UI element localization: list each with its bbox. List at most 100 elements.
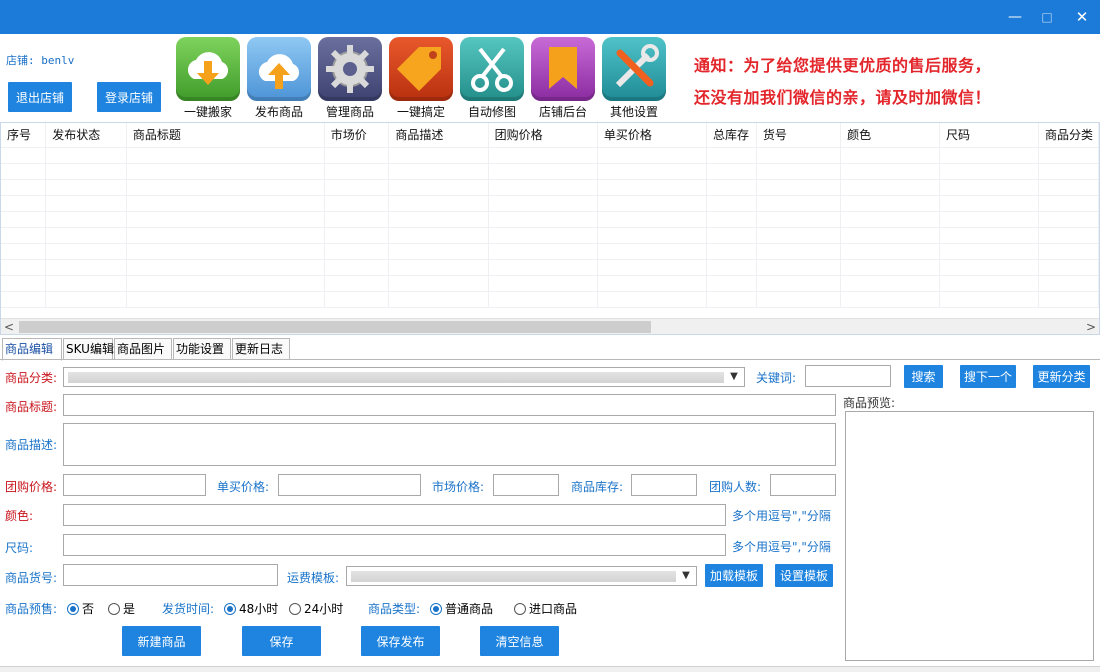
table-cell[interactable] <box>488 163 598 180</box>
table-cell[interactable] <box>388 195 489 212</box>
table-cell[interactable] <box>388 179 489 196</box>
table-cell[interactable] <box>1038 275 1099 292</box>
table-cell[interactable] <box>45 227 127 244</box>
table-cell[interactable] <box>1038 259 1099 276</box>
table-cell[interactable] <box>597 163 708 180</box>
table-cell[interactable] <box>597 195 708 212</box>
table-cell[interactable] <box>939 259 1039 276</box>
table-cell[interactable] <box>1 147 47 164</box>
table-cell[interactable] <box>1 195 47 212</box>
table-cell[interactable] <box>706 179 757 196</box>
table-cell[interactable] <box>1038 163 1099 180</box>
table-cell[interactable] <box>1038 227 1099 244</box>
table-cell[interactable] <box>388 259 489 276</box>
shipping-template-select[interactable]: ▼ <box>346 566 697 586</box>
table-cell[interactable] <box>597 227 708 244</box>
tool-other-settings[interactable]: 其他设置 <box>602 37 666 119</box>
table-cell[interactable] <box>45 147 127 164</box>
table-cell[interactable] <box>939 227 1039 244</box>
table-cell[interactable] <box>597 291 708 308</box>
table-cell[interactable] <box>706 291 757 308</box>
table-row[interactable] <box>1 211 1099 228</box>
set-template-button[interactable]: 设置模板 <box>775 564 833 587</box>
table-cell[interactable] <box>488 147 598 164</box>
table-cell[interactable] <box>706 147 757 164</box>
tab-sku-edit[interactable]: SKU编辑 <box>63 338 114 360</box>
column-header[interactable]: 单买价格 <box>597 123 708 148</box>
maximize-button[interactable]: □ <box>1035 8 1059 26</box>
table-cell[interactable] <box>324 259 390 276</box>
table-cell[interactable] <box>126 179 325 196</box>
table-cell[interactable] <box>756 179 842 196</box>
column-header[interactable]: 市场价 <box>324 123 390 148</box>
table-cell[interactable] <box>840 211 941 228</box>
table-cell[interactable] <box>1038 179 1099 196</box>
table-cell[interactable] <box>488 179 598 196</box>
table-cell[interactable] <box>1 227 47 244</box>
table-cell[interactable] <box>597 179 708 196</box>
column-header[interactable]: 商品分类 <box>1038 123 1099 148</box>
table-cell[interactable] <box>840 179 941 196</box>
column-header[interactable]: 发布状态 <box>45 123 127 148</box>
table-cell[interactable] <box>1038 195 1099 212</box>
tab-function-settings[interactable]: 功能设置 <box>173 338 231 360</box>
column-header[interactable]: 货号 <box>756 123 842 148</box>
table-cell[interactable] <box>488 243 598 260</box>
tool-one-click[interactable]: 一键搞定 <box>389 37 453 119</box>
table-cell[interactable] <box>840 243 941 260</box>
tab-product-images[interactable]: 商品图片 <box>114 338 172 360</box>
type-normal-radio[interactable]: 普通商品 <box>430 600 493 617</box>
title-input[interactable] <box>63 394 836 416</box>
table-cell[interactable] <box>706 243 757 260</box>
table-row[interactable] <box>1 179 1099 196</box>
table-cell[interactable] <box>1 259 47 276</box>
table-cell[interactable] <box>756 195 842 212</box>
stock-input[interactable] <box>631 474 697 496</box>
ship-24-radio[interactable]: 24小时 <box>289 600 343 617</box>
table-cell[interactable] <box>756 227 842 244</box>
tab-update-log[interactable]: 更新日志 <box>232 338 290 360</box>
table-cell[interactable] <box>1038 211 1099 228</box>
table-cell[interactable] <box>126 243 325 260</box>
tab-product-edit[interactable]: 商品编辑 <box>2 338 62 361</box>
table-cell[interactable] <box>45 163 127 180</box>
table-cell[interactable] <box>1038 243 1099 260</box>
single-price-input[interactable] <box>278 474 421 496</box>
tool-publish[interactable]: 发布商品 <box>247 37 311 119</box>
table-cell[interactable] <box>324 227 390 244</box>
table-cell[interactable] <box>324 195 390 212</box>
table-cell[interactable] <box>756 275 842 292</box>
tool-move-all[interactable]: 一键搬家 <box>176 37 240 119</box>
table-cell[interactable] <box>756 291 842 308</box>
horizontal-scrollbar[interactable]: < > <box>1 318 1099 334</box>
table-row[interactable] <box>1 163 1099 180</box>
table-cell[interactable] <box>706 163 757 180</box>
table-cell[interactable] <box>488 195 598 212</box>
new-product-button[interactable]: 新建商品 <box>122 626 201 656</box>
table-cell[interactable] <box>126 147 325 164</box>
scroll-left-icon[interactable]: < <box>1 319 17 334</box>
column-header[interactable]: 序号 <box>1 123 47 148</box>
table-row[interactable] <box>1 275 1099 292</box>
table-cell[interactable] <box>840 291 941 308</box>
load-template-button[interactable]: 加载模板 <box>705 564 763 587</box>
table-cell[interactable] <box>388 211 489 228</box>
search-button[interactable]: 搜索 <box>904 365 943 388</box>
table-cell[interactable] <box>488 259 598 276</box>
save-publish-button[interactable]: 保存发布 <box>361 626 440 656</box>
size-input[interactable] <box>63 534 726 556</box>
presale-yes-radio[interactable]: 是 <box>108 600 135 617</box>
table-row[interactable] <box>1 147 1099 164</box>
table-cell[interactable] <box>45 291 127 308</box>
scroll-right-icon[interactable]: > <box>1083 319 1099 334</box>
table-cell[interactable] <box>939 211 1039 228</box>
table-cell[interactable] <box>756 243 842 260</box>
table-cell[interactable] <box>1 291 47 308</box>
minimize-button[interactable]: — <box>1003 8 1027 26</box>
save-button[interactable]: 保存 <box>242 626 321 656</box>
ship-48-radio[interactable]: 48小时 <box>224 600 278 617</box>
table-cell[interactable] <box>840 163 941 180</box>
table-cell[interactable] <box>1 163 47 180</box>
column-header[interactable]: 总库存 <box>706 123 757 148</box>
table-cell[interactable] <box>939 195 1039 212</box>
